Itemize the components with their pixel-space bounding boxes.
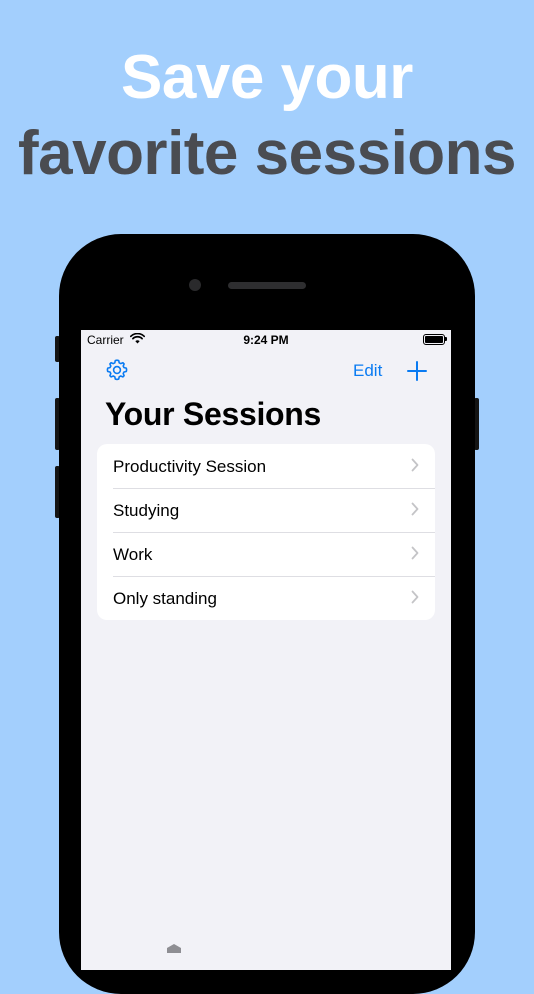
plus-icon[interactable]: [406, 360, 428, 382]
chevron-right-icon: [411, 502, 419, 516]
chevron-right-icon: [411, 546, 419, 560]
front-camera: [189, 279, 201, 291]
tab-bar-icon-partial[interactable]: [164, 943, 184, 953]
session-row[interactable]: Work: [97, 532, 435, 576]
session-row[interactable]: Studying: [97, 488, 435, 532]
chevron-right-icon: [411, 590, 419, 604]
phone-screen: Carrier 9:24 PM Edit Your Sessions Produ…: [81, 330, 451, 970]
sessions-list: Productivity Session Studying Work Only …: [97, 444, 435, 620]
session-row[interactable]: Productivity Session: [97, 444, 435, 488]
page-title: Your Sessions: [105, 396, 322, 432]
chevron-right-icon: [411, 458, 419, 472]
session-label: Productivity Session: [113, 457, 267, 476]
promo-headline-line1: Save your: [121, 43, 413, 112]
session-label: Work: [113, 545, 153, 564]
status-time: 9:24 PM: [243, 333, 289, 347]
session-row[interactable]: Only standing: [97, 576, 435, 620]
battery-icon: [423, 334, 445, 345]
session-label: Only standing: [113, 589, 217, 608]
earpiece-speaker: [228, 282, 306, 289]
battery-nub: [445, 337, 447, 341]
session-label: Studying: [113, 501, 180, 520]
edit-button[interactable]: Edit: [353, 361, 382, 381]
gear-icon[interactable]: [105, 358, 129, 382]
status-bar: Carrier 9:24 PM: [81, 330, 451, 350]
promo-headline-line2: favorite sessions: [17, 119, 517, 188]
